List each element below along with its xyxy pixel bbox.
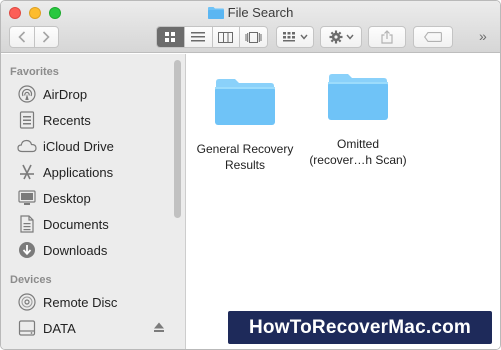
arrange-grid-icon [282,32,295,42]
watermark-banner: HowToRecoverMac.com [228,311,492,344]
sidebar-item-label: Desktop [43,190,91,206]
sidebar-item-label: Recents [43,112,91,128]
disc-icon [17,292,37,312]
sidebar-item-label: DATA [43,320,76,336]
back-button[interactable] [10,27,34,47]
recents-icon [17,110,37,130]
arrange-button[interactable] [276,26,314,48]
columns-icon [218,31,234,43]
sidebar-item-downloads[interactable]: Downloads [1,237,185,263]
sidebar-item-label: Downloads [43,242,108,258]
tags-button[interactable] [413,26,453,48]
view-mode-group [156,26,268,48]
file-browser: General Recovery Results Omitted (recove… [187,54,500,349]
sidebar-item-icloud-drive[interactable]: iCloud Drive [1,133,185,159]
chevron-down-icon [299,34,308,40]
folder-icon [207,7,224,19]
sidebar-item-desktop[interactable]: Desktop [1,185,185,211]
sidebar-item-recents[interactable]: Recents [1,107,185,133]
folder-icon [215,79,275,125]
folder-label-line1: Omitted [336,137,379,151]
drive-icon [17,318,37,338]
list-icon [191,32,206,42]
icloud-icon [17,136,37,156]
folder-item[interactable]: General Recovery Results [180,76,310,173]
window-title: File Search [1,4,500,21]
share-icon [381,30,393,44]
gear-icon [329,30,342,44]
eject-icon[interactable] [153,321,165,336]
forward-button[interactable] [33,27,59,47]
back-forward-group [9,26,59,48]
tag-icon [424,32,442,42]
documents-icon [17,214,37,234]
folder-icon [328,74,388,120]
column-view-button[interactable] [211,27,240,47]
titlebar: File Search » [1,1,500,53]
sidebar-item-label: AirDrop [43,86,88,102]
sidebar-item-label: Applications [43,164,114,180]
sidebar-header-devices: Devices [10,274,52,286]
chevron-left-icon [18,31,25,43]
icon-grid-icon [165,32,176,42]
window-title-text: File Search [227,5,294,20]
desktop-icon [17,188,37,208]
sidebar-item-data[interactable]: DATA [1,315,185,341]
applications-icon [17,162,37,182]
folder-label-line1: General Recovery [196,142,294,156]
sidebar-item-remote-disc[interactable]: Remote Disc [1,289,185,315]
sidebar-item-airdrop[interactable]: AirDrop [1,81,185,107]
airdrop-icon [17,84,37,104]
chevron-right-icon [43,31,50,43]
sidebar-item-label: Remote Disc [43,294,118,310]
sidebar-header-favorites: Favorites [10,66,59,78]
sidebar-item-label: Documents [43,216,109,232]
share-button[interactable] [368,26,406,48]
sidebar: Favorites AirDrop Recents iCloud Drive A… [1,54,186,349]
downloads-icon [17,240,37,260]
sidebar-item-applications[interactable]: Applications [1,159,185,185]
list-view-button[interactable] [183,27,212,47]
sidebar-item-documents[interactable]: Documents [1,211,185,237]
sidebar-item-label: iCloud Drive [43,138,114,154]
toolbar-overflow-icon[interactable]: » [479,28,487,44]
folder-item[interactable]: Omitted (recover…h Scan) [293,71,423,168]
finder-window: File Search » Favorites AirDrop Recents … [0,0,501,350]
chevron-down-icon [345,34,354,40]
icon-view-button[interactable] [157,27,184,47]
gallery-view-button[interactable] [239,27,267,47]
folder-label-line2: Results [224,158,265,172]
action-button[interactable] [320,26,362,48]
cover-flow-icon [245,31,262,43]
folder-label-line2: (recover…h Scan) [309,153,407,167]
